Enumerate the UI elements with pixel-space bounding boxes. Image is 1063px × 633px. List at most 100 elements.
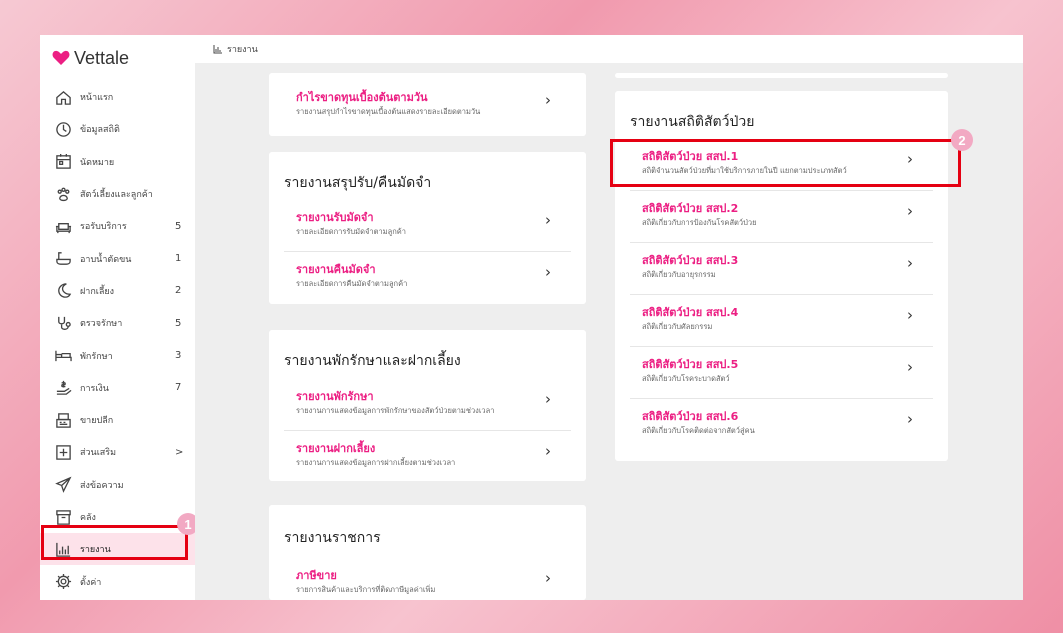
breadcrumb-label: รายงาน	[227, 45, 258, 55]
sidebar-item-4[interactable]: รอรับบริการ 5	[40, 210, 195, 242]
card-boarding: รายงานพักรักษาและฝากเลี้ยง รายงานพักรักษา…	[269, 330, 586, 481]
chevron-right-icon: ›	[545, 390, 551, 408]
sidebar-item-label: อาบน้ำตัดขน	[80, 254, 132, 265]
card-profit: กำไรขาดทุนเบื้องต้นตามวัน รายงานสรุปกำไรข…	[269, 73, 586, 136]
paw-icon	[54, 185, 72, 203]
report-title: รายงานพักรักษา	[296, 390, 374, 403]
chevron-right-icon: ›	[545, 442, 551, 460]
sidebar-item-label: ตั้งค่า	[80, 577, 102, 588]
heart-logo-icon	[52, 50, 70, 66]
report-row[interactable]: ภาษีขายรายการสินค้าและบริการที่ติดภาษีมู…	[284, 558, 571, 598]
logo: Vettale	[40, 35, 195, 81]
report-subtitle: สถิติเกี่ยวกับศัลยกรรม	[642, 322, 713, 331]
card-deposit: รายงานสรุปรับ/คืนมัดจำรายงานรับมัดจำรายล…	[269, 152, 586, 304]
report-row[interactable]: สถิติสัตว์ป่วย สสป.4 สถิติเกี่ยวกับศัลยกร…	[630, 295, 933, 347]
sidebar-item-count: 5	[175, 220, 182, 232]
sidebar-nav: หน้าแรกข้อมูลสถิตินัดหมายสัตว์เลี้ยงและล…	[40, 81, 195, 598]
sidebar-item-7[interactable]: ตรวจรักษา 5	[40, 307, 195, 339]
register-icon	[54, 411, 72, 429]
report-title: สถิติสัตว์ป่วย สสป.2	[642, 202, 739, 215]
sidebar-item-label: ส่วนเสริม	[80, 448, 117, 459]
sidebar-item-10[interactable]: ขายปลีก	[40, 404, 195, 436]
report-title: สถิติสัตว์ป่วย สสป.4	[642, 306, 739, 319]
sidebar-item-label: การเงิน	[80, 383, 109, 394]
stethoscope-icon	[54, 314, 72, 332]
report-subtitle: รายการสินค้าและบริการที่ติดภาษีมูลค่าเพิ…	[296, 585, 436, 594]
sidebar-item-count: >	[175, 446, 184, 458]
home-icon	[54, 88, 72, 106]
report-title: ภาษีขาย	[296, 569, 337, 582]
main-content: รายงาน กำไรขาดทุนเบื้องต้นตามวัน รายงานสร…	[195, 35, 1023, 600]
sidebar-item-label: คลัง	[80, 513, 96, 523]
sidebar-item-1[interactable]: ข้อมูลสถิติ	[40, 113, 195, 145]
report-subtitle: รายงานการแสดงข้อมูลการพักรักษาของสัตว์ป่…	[296, 406, 495, 415]
archive-icon	[54, 508, 72, 526]
card-title: รายงานสรุปรับ/คืนมัดจำ	[284, 175, 432, 191]
sidebar-item-15[interactable]: ตั้งค่า	[40, 565, 195, 597]
calendar-icon	[54, 153, 72, 171]
breadcrumb: รายงาน	[195, 35, 1023, 63]
chevron-right-icon: ›	[907, 306, 913, 324]
sidebar-item-9[interactable]: การเงิน 7	[40, 372, 195, 404]
report-title: สถิติสัตว์ป่วย สสป.3	[642, 254, 739, 267]
gear-icon	[54, 573, 72, 591]
report-row[interactable]: สถิติสัตว์ป่วย สสป.6 สถิติเกี่ยวกับโรคติด…	[630, 399, 933, 451]
sidebar-item-count: 3	[175, 350, 182, 362]
sidebar-item-5[interactable]: อาบน้ำตัดขน 1	[40, 242, 195, 274]
money-icon	[54, 379, 72, 397]
report-row[interactable]: รายงานพักรักษารายงานการแสดงข้อมูลการพักร…	[284, 379, 571, 431]
sidebar-item-label: รอรับบริการ	[80, 222, 127, 233]
sidebar-item-label: ฝากเลี้ยง	[80, 286, 115, 297]
card-title: รายงานราชการ	[284, 530, 381, 546]
stats-icon	[54, 120, 72, 138]
card-gov: รายงานราชการภาษีขายรายการสินค้าและบริการ…	[269, 505, 586, 600]
sidebar-item-6[interactable]: ฝากเลี้ยง 2	[40, 275, 195, 307]
chevron-right-icon: ›	[907, 202, 913, 220]
report-subtitle: รายละเอียดการรับมัดจำตามลูกค้า	[296, 227, 406, 236]
sidebar-item-count: 1	[175, 253, 182, 265]
sidebar-item-11[interactable]: ส่วนเสริม >	[40, 436, 195, 468]
sidebar-item-count: 7	[175, 382, 182, 394]
chevron-right-icon: ›	[907, 358, 913, 376]
highlight-box-sick-report-1	[610, 139, 961, 187]
card-title: รายงานสถิติสัตว์ป่วย	[630, 114, 755, 130]
step-badge-2: 2	[951, 129, 973, 151]
report-subtitle: สถิติเกี่ยวกับโรคระบาดสัตว์	[642, 374, 730, 383]
report-row[interactable]: สถิติสัตว์ป่วย สสป.3 สถิติเกี่ยวกับอายุรก…	[630, 243, 933, 295]
report-title: สถิติสัตว์ป่วย สสป.5	[642, 358, 739, 371]
report-title: รายงานรับมัดจำ	[296, 211, 374, 224]
chevron-right-icon: ›	[907, 254, 913, 272]
report-row[interactable]: รายงานฝากเลี้ยง รายงานการแสดงข้อมูลการฝาก…	[284, 431, 571, 483]
send-icon	[54, 476, 72, 494]
sidebar-item-8[interactable]: พักรักษา 3	[40, 339, 195, 371]
card-top-stub	[615, 73, 948, 78]
sidebar: Vettale หน้าแรกข้อมูลสถิตินัดหมายสัตว์เล…	[40, 35, 199, 600]
moon-icon	[54, 282, 72, 300]
report-row[interactable]: รายงานคืนมัดจำ รายละเอียดการคืนมัดจำตามลู…	[284, 252, 571, 304]
report-row[interactable]: สถิติสัตว์ป่วย สสป.5 สถิติเกี่ยวกับโรคระบ…	[630, 347, 933, 399]
highlight-box-reports	[41, 525, 188, 560]
chevron-right-icon: ›	[545, 569, 551, 587]
sidebar-item-0[interactable]: หน้าแรก	[40, 81, 195, 113]
chevron-right-icon: ›	[545, 211, 551, 229]
report-title: สถิติสัตว์ป่วย สสป.6	[642, 410, 739, 423]
app-window: Vettale หน้าแรกข้อมูลสถิตินัดหมายสัตว์เล…	[40, 35, 1023, 600]
sidebar-item-count: 5	[175, 317, 182, 329]
report-subtitle: สถิติเกี่ยวกับการป้องกันโรคสัตว์ป่วย	[642, 218, 757, 227]
logo-text: Vettale	[74, 47, 130, 68]
sidebar-item-label: ข้อมูลสถิติ	[80, 125, 120, 136]
sidebar-item-count: 2	[175, 285, 182, 297]
plus-box-icon	[54, 443, 72, 461]
sidebar-item-12[interactable]: ส่งข้อความ	[40, 469, 195, 501]
report-row[interactable]: สถิติสัตว์ป่วย สสป.2 สถิติเกี่ยวกับการป้อ…	[630, 191, 933, 243]
sidebar-item-3[interactable]: สัตว์เลี้ยงและลูกค้า	[40, 178, 195, 210]
chart-icon	[213, 45, 222, 54]
sofa-icon	[54, 217, 72, 235]
sidebar-item-label: นัดหมาย	[80, 157, 115, 168]
report-subtitle: รายงานการแสดงข้อมูลการฝากเลี้ยงตามช่วงเว…	[296, 458, 456, 467]
sidebar-item-2[interactable]: นัดหมาย	[40, 146, 195, 178]
report-row[interactable]: รายงานรับมัดจำรายละเอียดการรับมัดจำตามลู…	[284, 200, 571, 252]
report-row[interactable]: กำไรขาดทุนเบื้องต้นตามวัน รายงานสรุปกำไรข…	[284, 80, 571, 126]
report-subtitle: รายละเอียดการคืนมัดจำตามลูกค้า	[296, 279, 408, 288]
report-subtitle: สถิติเกี่ยวกับอายุรกรรม	[642, 270, 716, 279]
